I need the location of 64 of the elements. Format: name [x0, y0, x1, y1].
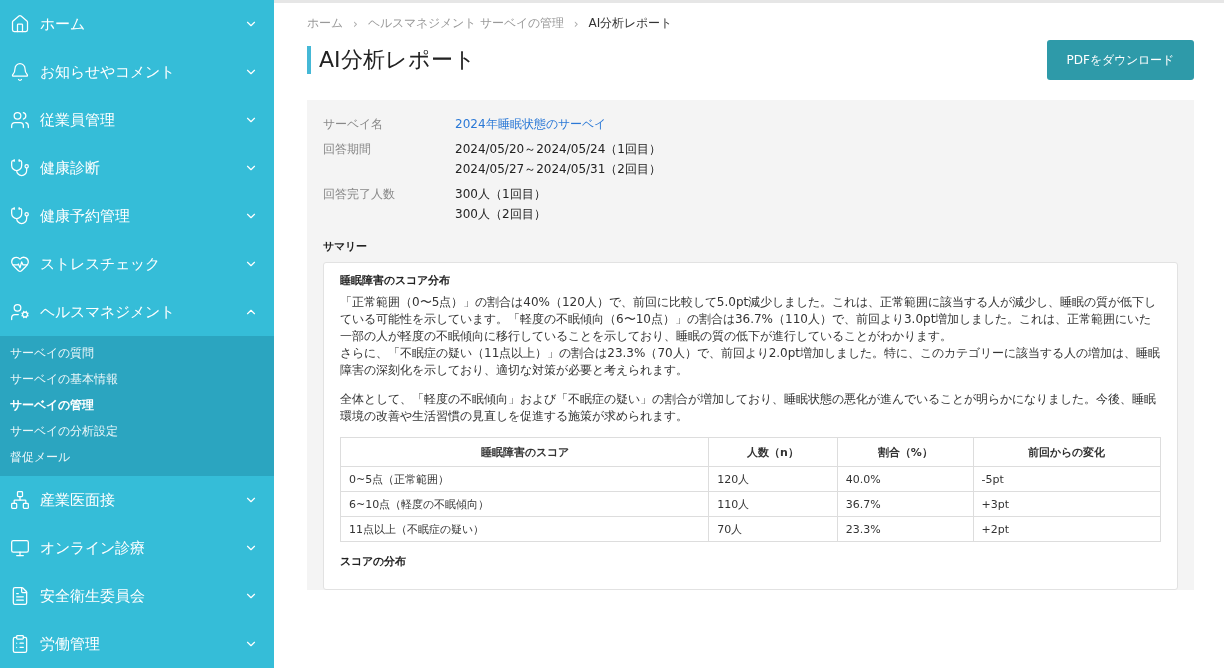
- breadcrumb-link[interactable]: AI分析レポート: [588, 15, 673, 32]
- column-header: 割合（%）: [837, 437, 974, 467]
- page-title: AI分析レポート: [307, 46, 476, 74]
- table-cell: 6~10点（軽度の不眠傾向）: [340, 491, 709, 517]
- home-icon: [10, 14, 30, 34]
- summary-paragraph: 「正常範囲（0〜5点）」の割合は40%（120人）で、前回に比較して5.0pt減少しました。これは、正常範囲に該当する人が減少し、睡眠の質が低下している可能性を示しています。「軽度の不眠傾向（6〜10点）」の割合は36.7%（110人）で、前回より3.0pt増加しました。これは、正常範囲にいた一部の人が軽度の不眠傾向に移行していることを示しており、睡眠の質の低下が進行していることがわかります。: [340, 294, 1158, 345]
- document-icon: [10, 586, 30, 606]
- summary-paragraph: 全体として、「軽度の不眠傾向」および「不眠症の疑い」の割合が増加しており、睡眠状態の悪化が進んでいることが明らかになりました。今後、睡眠環境の改善や生活習慣の見直しを促進する施策が求められます。: [340, 391, 1157, 425]
- table-cell: 40.0%: [837, 466, 974, 492]
- table-cell: 11点以上（不眠症の疑い）: [340, 516, 709, 542]
- sidebar-item[interactable]: 従業員管理: [0, 96, 274, 144]
- column-header: 睡眠障害のスコア: [340, 437, 709, 467]
- sidebar-item[interactable]: ストレスチェック: [0, 240, 274, 288]
- sidebar-item[interactable]: オンライン診療: [0, 524, 274, 572]
- sidebar-item[interactable]: 労働管理: [0, 620, 274, 668]
- info-value: 300人（1回目）: [455, 186, 547, 203]
- bell-icon: [10, 62, 30, 82]
- info-value: 2024/05/27～2024/05/31（2回目）: [455, 161, 662, 178]
- sidebar-item[interactable]: ヘルスマネジメント: [0, 288, 274, 336]
- info-label: サーベイ名: [323, 116, 384, 133]
- table-cell: +3pt: [973, 491, 1161, 517]
- card-title: 睡眠障害のスコア分布: [340, 273, 451, 288]
- survey-link[interactable]: 2024年睡眠状態のサーベイ: [455, 116, 1178, 133]
- summary-paragraph: さらに、「不眠症の疑い（11点以上）」の割合は23.3%（70人）で、前回より2.0pt増加しました。特に、このカテゴリーに該当する人の増加は、睡眠障害の深刻化を示しており、適切な対策が必要と考えられます。: [340, 345, 1161, 379]
- submenu-item[interactable]: サーベイの管理: [0, 392, 274, 418]
- download-button[interactable]: PDFをダウンロード: [1046, 40, 1194, 80]
- submenu-item[interactable]: 督促メール: [0, 444, 274, 470]
- sidebar-item[interactable]: 健康予約管理: [0, 192, 274, 240]
- submenu-item[interactable]: サーベイの質問: [0, 340, 274, 366]
- table-cell: -5pt: [973, 466, 1161, 492]
- people-icon: [10, 110, 30, 130]
- breadcrumb-link[interactable]: ヘルスマネジメント サーベイの管理: [367, 15, 564, 32]
- person-gear-icon: [10, 302, 30, 322]
- breadcrumb-separator: ›: [353, 16, 358, 31]
- sidebar-item[interactable]: ホーム: [0, 0, 274, 48]
- sidebar-item[interactable]: お知らせやコメント: [0, 48, 274, 96]
- stethoscope-icon: [10, 206, 30, 226]
- submenu-item[interactable]: サーベイの基本情報: [0, 366, 274, 392]
- table-cell: +2pt: [973, 516, 1161, 542]
- table-cell: 36.7%: [837, 491, 974, 517]
- monitor-icon: [10, 538, 30, 558]
- column-header: 人数（n）: [708, 437, 838, 467]
- info-label: 回答期間: [323, 141, 372, 158]
- info-label: 回答完了人数: [323, 186, 396, 203]
- section-heading: サマリー: [323, 239, 368, 254]
- breadcrumb-separator: ›: [573, 16, 579, 31]
- clipboard-icon: [10, 634, 30, 654]
- table-cell: 0~5点（正常範囲）: [340, 466, 709, 492]
- info-value: 300人（2回目）: [455, 206, 547, 223]
- submenu-item[interactable]: サーベイの分析設定: [0, 418, 274, 444]
- sidebar-item[interactable]: 安全衛生委員会: [0, 572, 274, 620]
- sidebar-item[interactable]: 産業医面接: [0, 476, 274, 524]
- sidebar-item[interactable]: 健康診断: [0, 144, 274, 192]
- section-heading: スコアの分布: [340, 554, 407, 569]
- network-icon: [10, 490, 30, 510]
- heart-icon: [10, 254, 30, 274]
- table-cell: 23.3%: [837, 516, 974, 542]
- info-value: 2024/05/20～2024/05/24（1回目）: [455, 141, 662, 158]
- table-cell: 70人: [708, 516, 838, 542]
- column-header: 前回からの変化: [973, 437, 1161, 467]
- breadcrumb-link[interactable]: ホーム: [307, 15, 343, 32]
- stethoscope-icon: [10, 158, 30, 178]
- table-cell: 120人: [708, 466, 838, 492]
- table-cell: 110人: [708, 491, 838, 517]
